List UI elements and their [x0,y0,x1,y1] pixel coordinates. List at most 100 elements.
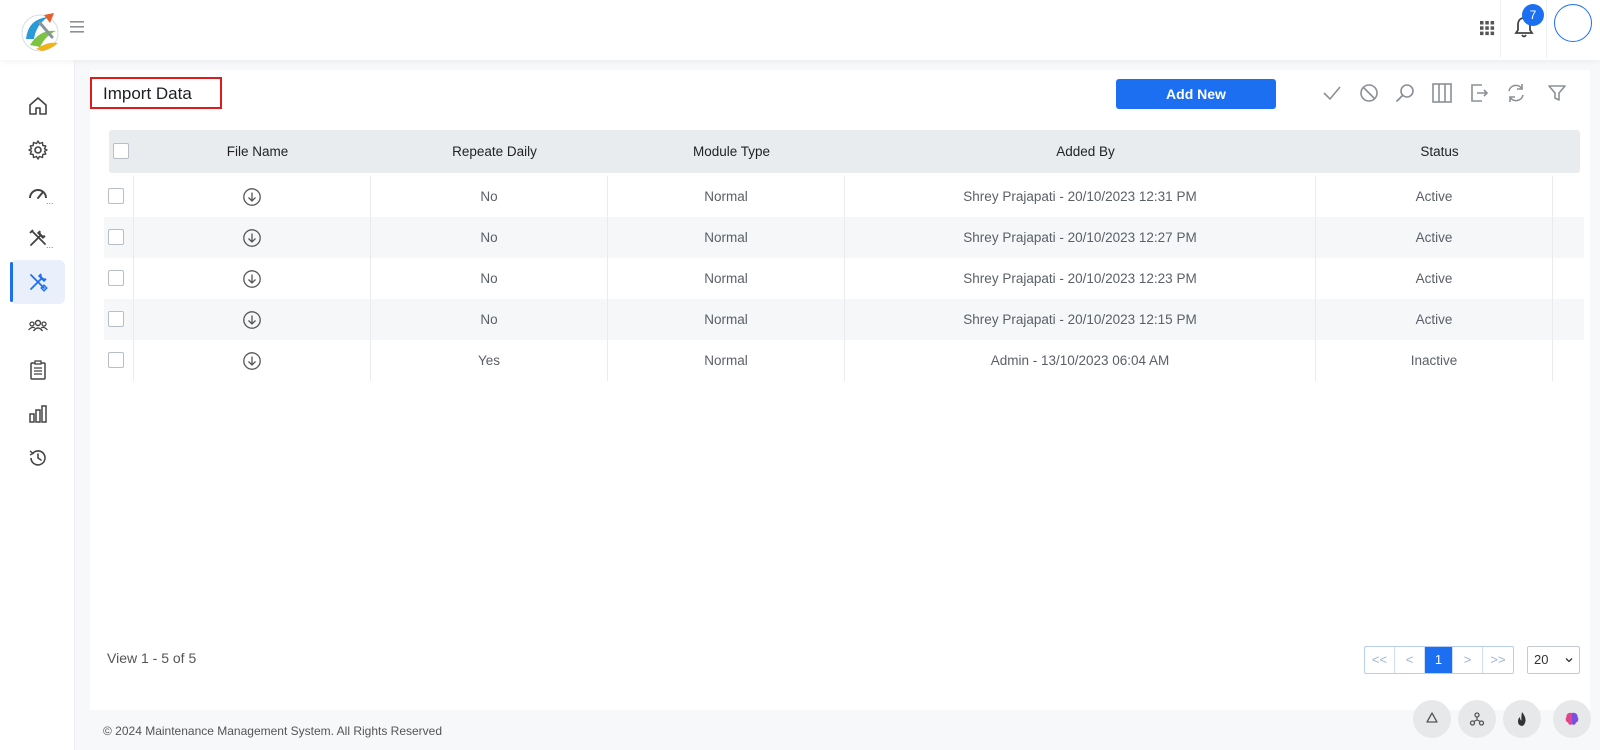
next-page-button[interactable]: > [1453,647,1483,673]
checkbox-cell [104,176,134,217]
ai-assistant-button[interactable] [1553,700,1591,738]
export-button[interactable] [1467,81,1491,105]
checkbox-cell [104,217,134,258]
table-row: No Normal Shrey Prajapati - 20/10/2023 1… [104,258,1584,299]
refresh-icon [1508,84,1524,102]
download-icon[interactable] [242,310,262,330]
download-icon[interactable] [242,187,262,207]
table-row: No Normal Shrey Prajapati - 20/10/2023 1… [104,299,1584,340]
status-cell: Active [1316,176,1553,217]
gear-icon [27,140,48,160]
added-by-cell: Shrey Prajapati - 20/10/2023 12:23 PM [845,258,1316,299]
recycle-button[interactable] [1413,700,1451,738]
sidebar-item-users[interactable] [10,304,65,348]
page-1-button[interactable]: 1 [1425,647,1453,673]
recycle-icon [1426,712,1438,723]
first-page-button[interactable]: << [1365,647,1395,673]
add-new-button[interactable]: Add New [1116,79,1276,109]
column-header-file-name[interactable]: File Name [139,130,376,173]
added-by-cell: Admin - 13/10/2023 06:04 AM [845,340,1316,381]
hub-icon [1469,712,1485,726]
deactivate-button[interactable] [1357,81,1381,105]
header-divider [1500,0,1501,58]
block-icon [1360,84,1378,102]
column-header-repeate-daily[interactable]: Repeate Daily [376,130,613,173]
top-header: 7 [0,0,1600,60]
search-icon [1396,84,1414,102]
added-by-cell: Shrey Prajapati - 20/10/2023 12:31 PM [845,176,1316,217]
column-header-status[interactable]: Status [1321,130,1558,173]
app-logo[interactable] [18,9,62,53]
column-header-module-type[interactable]: Module Type [613,130,850,173]
refresh-button[interactable] [1504,81,1528,105]
sidebar-item-gauge[interactable]: ... [10,172,65,216]
search-button[interactable] [1393,81,1417,105]
select-all-checkbox[interactable] [113,143,129,159]
clipboard-icon [29,360,46,380]
approve-button[interactable] [1320,81,1344,105]
module-type-cell: Normal [608,258,845,299]
file-download-cell [134,258,371,299]
bar-chart-icon [28,405,47,423]
fire-button[interactable] [1503,700,1541,738]
file-download-cell [134,176,371,217]
sidebar: ... ... [0,60,75,750]
repeat-daily-cell: Yes [371,340,608,381]
rows-per-page-select[interactable]: 20 [1527,646,1580,674]
sidebar-item-reports[interactable] [10,348,65,392]
users-group-icon [27,319,48,332]
table-row: No Normal Shrey Prajapati - 20/10/2023 1… [104,176,1584,217]
wrench-screwdriver-icon [29,273,48,292]
checkbox-cell [104,340,134,381]
hamburger-menu-icon[interactable] [68,18,86,36]
download-icon[interactable] [242,228,262,248]
added-by-cell: Shrey Prajapati - 20/10/2023 12:15 PM [845,299,1316,340]
more-indicator: ... [46,240,54,250]
hub-button[interactable] [1458,700,1496,738]
repeat-daily-cell: No [371,176,608,217]
download-icon[interactable] [242,269,262,289]
file-download-cell [134,217,371,258]
module-type-cell: Normal [608,217,845,258]
more-indicator: ... [46,196,54,206]
download-icon[interactable] [242,351,262,371]
history-icon [29,450,46,466]
repeat-daily-cell: No [371,217,608,258]
filter-icon [1548,85,1566,101]
main-content: Import Data Add New File Name Repeate Da… [90,70,1590,710]
status-cell: Inactive [1316,340,1553,381]
table-header: File Name Repeate Daily Module Type Adde… [109,130,1580,173]
sidebar-item-analytics[interactable] [10,392,65,436]
table-row: No Normal Shrey Prajapati - 20/10/2023 1… [104,217,1584,258]
repeat-daily-cell: No [371,258,608,299]
repeat-daily-cell: No [371,299,608,340]
user-avatar[interactable] [1554,4,1592,42]
status-cell: Active [1316,299,1553,340]
filter-button[interactable] [1545,81,1569,105]
module-type-cell: Normal [608,176,845,217]
status-cell: Active [1316,258,1553,299]
rows-per-page-value: 20 [1534,652,1549,667]
table-row: Yes Normal Admin - 13/10/2023 06:04 AM I… [104,340,1584,381]
page-title-box: Import Data [90,77,222,109]
footer-copyright: © 2024 Maintenance Management System. Al… [103,724,443,738]
sidebar-item-settings[interactable] [10,128,65,172]
fire-icon [1518,712,1526,726]
export-icon [1471,84,1489,102]
last-page-button[interactable]: >> [1483,647,1513,673]
columns-button[interactable] [1430,81,1454,105]
prev-page-button[interactable]: < [1395,647,1425,673]
notification-badge: 7 [1522,4,1544,26]
sidebar-item-tools[interactable]: ... [10,216,65,260]
apps-grid-icon[interactable] [1476,17,1498,39]
record-count: View 1 - 5 of 5 [107,650,197,666]
check-icon [1323,86,1341,101]
home-icon [28,97,47,115]
column-header-added-by[interactable]: Added By [850,130,1321,173]
sidebar-item-home[interactable] [10,84,65,128]
chevron-down-icon [1565,658,1573,663]
checkbox-cell [104,299,134,340]
sidebar-item-history[interactable] [10,436,65,480]
sidebar-item-maintenance[interactable] [10,260,65,304]
status-cell: Active [1316,217,1553,258]
